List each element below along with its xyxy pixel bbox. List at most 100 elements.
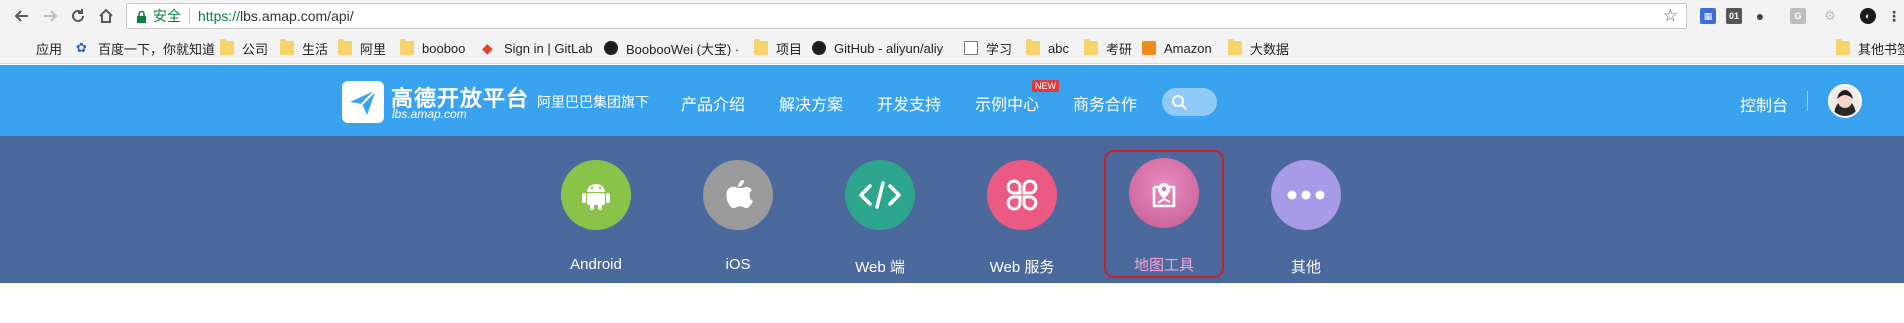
console-link[interactable]: 控制台 [1740, 92, 1788, 116]
url-text: lbs.amap.com/api/ [240, 8, 354, 24]
bookmark-github-aliyun[interactable]: GitHub - aliyun/aliy [812, 40, 980, 56]
chrome-menu-icon[interactable]: ⋮ [1886, 8, 1902, 24]
bookmark-label: Sign in | GitLab [504, 40, 593, 56]
reload-button[interactable] [64, 2, 92, 30]
platform-android[interactable]: Android [536, 152, 656, 276]
bookmark-gitlab[interactable]: ◆ Sign in | GitLab [482, 40, 593, 56]
platform-label: 其他 [1290, 259, 1321, 276]
folder-icon [400, 39, 414, 55]
web-service-circle [987, 160, 1057, 230]
bookmark-page[interactable]: 学习 [964, 40, 1013, 57]
back-button[interactable] [8, 2, 36, 30]
forward-button[interactable] [36, 2, 64, 30]
bookmark-label: 生活 [302, 41, 329, 57]
bookmark-apps[interactable]: 应用 [14, 40, 63, 57]
github-extension-icon[interactable]: ● [1752, 8, 1768, 24]
search-icon [1172, 95, 1187, 110]
folder-icon [280, 39, 294, 55]
logo-subtitle: lbs.amap.com [392, 107, 467, 121]
address-bar[interactable]: 安全 https:// lbs.amap.com/api/ ☆ [126, 3, 1687, 29]
bookmark-other[interactable]: 其他书签 [1836, 39, 1904, 57]
apple-icon [726, 180, 753, 209]
bookmark-star-icon[interactable]: ☆ [1663, 7, 1678, 25]
platform-other[interactable]: 其他 [1246, 152, 1366, 276]
folder-icon [1084, 39, 1098, 55]
folder-icon [220, 39, 234, 55]
github-icon [812, 41, 826, 55]
bookmark-folder[interactable]: 阿里 [338, 39, 387, 57]
extension-binary-icon[interactable]: 01 [1726, 8, 1742, 24]
secure-label: 安全 [153, 8, 181, 24]
bookmark-folder[interactable]: booboo [400, 39, 466, 56]
folder-icon [1836, 39, 1850, 55]
address-divider [189, 8, 190, 24]
bookmark-folder[interactable]: 生活 [280, 39, 329, 57]
extension-gray-icon[interactable]: ⚙ [1822, 8, 1838, 24]
arrow-left-icon [14, 10, 28, 22]
profile-extension-icon[interactable]: ◐ [1860, 8, 1876, 24]
lock-icon [136, 10, 147, 23]
search-button[interactable] [1162, 88, 1217, 116]
platform-band: Android iOS Web 端 Web 服务 地图工具 其他 [0, 136, 1904, 283]
more-icon [1287, 190, 1325, 200]
github-icon [604, 41, 618, 55]
page-icon [964, 41, 978, 55]
platform-label: 地图工具 [1133, 257, 1194, 274]
bookmark-label: 百度一下，你就知道 [98, 41, 216, 57]
platform-web-service[interactable]: Web 服务 [962, 152, 1082, 276]
platform-label: Web 端 [855, 259, 905, 276]
folder-icon [1026, 39, 1040, 55]
amap-logo-icon[interactable] [342, 81, 384, 123]
web-circle [845, 160, 915, 230]
nav-dev-support[interactable]: 开发支持 [877, 91, 941, 115]
header-divider [1807, 91, 1808, 111]
browser-toolbar: 安全 https:// lbs.amap.com/api/ ☆ ▦ 01 ● G… [0, 0, 1904, 32]
map-tools-circle [1129, 158, 1199, 228]
reload-icon [72, 9, 84, 22]
platform-label: iOS [725, 256, 751, 273]
bookmark-label: abc [1048, 40, 1069, 56]
extension-g-icon[interactable]: G [1790, 8, 1806, 24]
bookmark-amazon[interactable]: Amazon [1142, 40, 1212, 56]
home-button[interactable] [92, 2, 120, 30]
nav-demo-center[interactable]: 示例中心 [975, 91, 1039, 115]
bookmark-folder[interactable]: 大数据 [1228, 39, 1290, 57]
site-header: 高德开放平台 lbs.amap.com 阿里巴巴集团旗下 产品介绍 解决方案 开… [0, 65, 1904, 136]
platform-map-tools[interactable]: 地图工具 [1104, 150, 1224, 278]
android-circle [561, 160, 631, 230]
bookmark-folder[interactable]: 考研 [1084, 39, 1133, 57]
nav-solutions[interactable]: 解决方案 [779, 91, 843, 115]
extension-grid-icon[interactable]: ▦ [1700, 8, 1716, 24]
baidu-paw-icon: ✿ [76, 40, 87, 55]
bookmark-github-booboo[interactable]: BoobooWei (大宝) · [604, 40, 738, 56]
nav-business[interactable]: 商务合作 [1073, 91, 1137, 115]
bookmark-label: 应用 [36, 41, 63, 57]
bookmark-label: GitHub - aliyun/aliy [834, 40, 944, 56]
platform-label: Web 服务 [989, 259, 1055, 276]
home-icon [99, 8, 113, 23]
folder-icon [754, 39, 768, 55]
bookmark-label: booboo [422, 40, 466, 56]
bookmark-label: 大数据 [1250, 41, 1290, 57]
page-content [0, 283, 1904, 323]
bookmark-label: 项目 [776, 41, 803, 57]
android-icon [582, 184, 610, 210]
clover-icon [1006, 179, 1038, 211]
ios-circle [703, 160, 773, 230]
url-scheme: https:// [198, 8, 241, 24]
bookmark-folder[interactable]: abc [1026, 39, 1069, 56]
bookmark-label: 阿里 [360, 41, 387, 57]
group-subtitle: 阿里巴巴集团旗下 [537, 94, 649, 110]
bookmark-label: 学习 [986, 41, 1013, 57]
bookmark-label: BoobooWei (大宝) · [626, 41, 738, 57]
map-pin-icon [1152, 183, 1176, 208]
bookmark-label: 考研 [1106, 41, 1133, 57]
platform-ios[interactable]: iOS [678, 152, 798, 276]
bookmark-baidu[interactable]: ✿ 百度一下，你就知道 [76, 40, 216, 57]
bookmark-folder[interactable]: 项目 [754, 39, 803, 57]
bookmark-folder[interactable]: 公司 [220, 39, 268, 57]
platform-web[interactable]: Web 端 [820, 152, 940, 276]
nav-products[interactable]: 产品介绍 [681, 91, 745, 115]
arrow-right-icon [44, 10, 58, 22]
avatar[interactable] [1828, 84, 1862, 118]
